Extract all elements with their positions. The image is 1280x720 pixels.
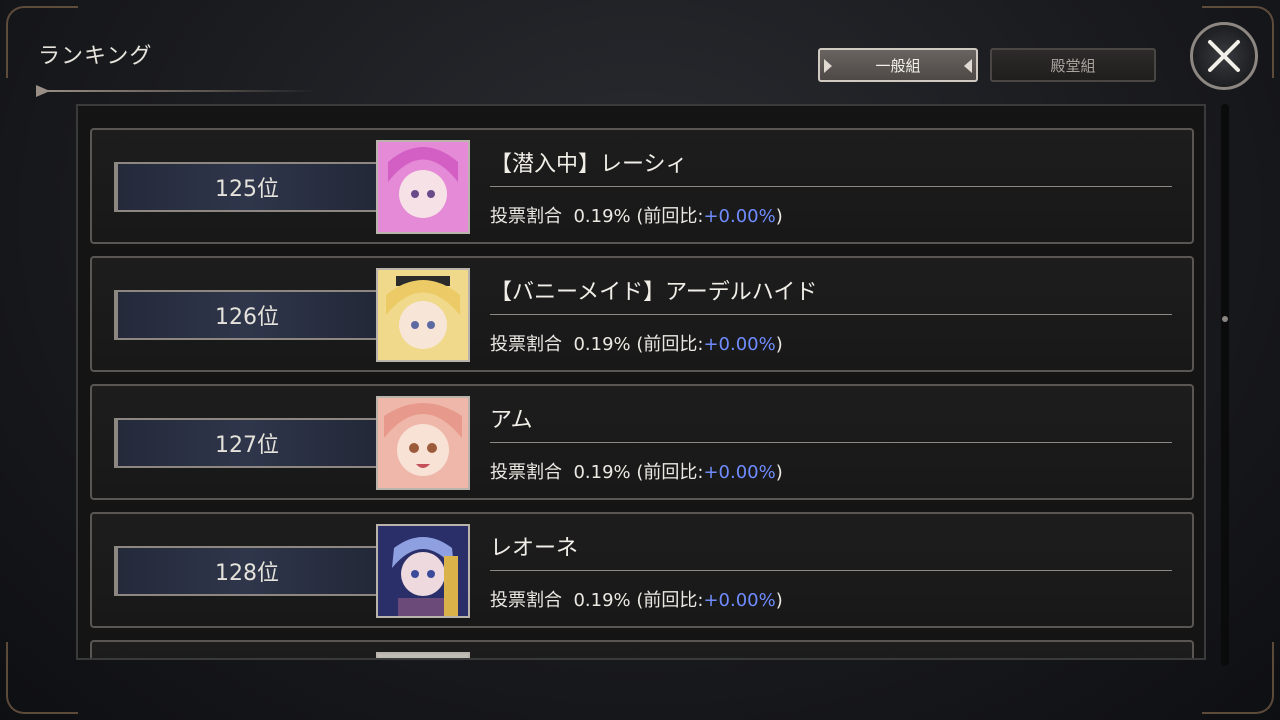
character-portrait-icon: [378, 654, 468, 658]
prev-prefix: (前回比:: [636, 462, 704, 483]
character-portrait-icon: [378, 398, 468, 488]
ranking-row[interactable]: 126位 【バニーメイド】アーデルハイド 投票割合 0.19% (前回比:+0.…: [90, 256, 1194, 372]
title-divider: [36, 85, 316, 97]
rank-label: 128位: [215, 561, 279, 586]
rank-plate: 127位: [114, 418, 386, 468]
tab-left-arrow-icon: [824, 59, 832, 73]
rank-label: 126位: [215, 305, 279, 330]
ranking-row-partial[interactable]: [90, 640, 1194, 658]
character-portrait-icon: [378, 270, 468, 360]
character-portrait: [376, 524, 470, 618]
character-name: アム: [490, 408, 533, 433]
vote-stats: 投票割合 0.19% (前回比:+0.00%): [490, 586, 783, 612]
ranking-row[interactable]: 128位 レオーネ 投票割合 0.19% (前回比:+0.00%): [90, 512, 1194, 628]
row-divider: [490, 570, 1172, 571]
character-portrait-icon: [378, 142, 468, 232]
page-title: ランキング: [38, 44, 153, 69]
character-portrait-icon: [378, 526, 468, 616]
tab-right-arrow-icon: [964, 59, 972, 73]
close-x-icon: [1208, 40, 1240, 72]
vote-ratio: 0.19%: [573, 590, 631, 611]
row-divider: [490, 314, 1172, 315]
prev-prefix: (前回比:: [636, 590, 704, 611]
prev-prefix: (前回比:: [636, 334, 704, 355]
delta-value: +0.00%: [703, 590, 776, 611]
delta-value: +0.00%: [703, 206, 776, 227]
stat-label: 投票割合: [490, 206, 562, 227]
character-portrait: [376, 268, 470, 362]
rank-label: 125位: [215, 177, 279, 202]
stat-label: 投票割合: [490, 590, 562, 611]
vote-ratio: 0.19%: [573, 462, 631, 483]
ranking-row[interactable]: 125位 【潜入中】レーシィ 投票割合 0.19% (前回比:+0.00%): [90, 128, 1194, 244]
character-portrait: [376, 140, 470, 234]
vote-stats: 投票割合 0.19% (前回比:+0.00%): [490, 458, 783, 484]
prev-suffix: ): [775, 462, 783, 483]
prev-suffix: ): [775, 334, 783, 355]
rank-plate: 126位: [114, 290, 386, 340]
stat-label: 投票割合: [490, 462, 562, 483]
row-divider: [490, 186, 1172, 187]
row-divider: [490, 442, 1172, 443]
vote-stats: 投票割合 0.19% (前回比:+0.00%): [490, 202, 783, 228]
character-portrait: [376, 396, 470, 490]
character-name: 【潜入中】レーシィ: [490, 152, 688, 177]
stat-label: 投票割合: [490, 334, 562, 355]
scrollbar-thumb[interactable]: [1222, 316, 1228, 322]
scrollbar-track[interactable]: [1221, 104, 1229, 666]
character-portrait: [376, 652, 470, 658]
close-button[interactable]: [1190, 22, 1258, 90]
vote-stats: 投票割合 0.19% (前回比:+0.00%): [490, 330, 783, 356]
frame-ornament-bottom-left: [6, 642, 78, 714]
vote-ratio: 0.19%: [573, 334, 631, 355]
tab-hall-label: 殿堂組: [1050, 56, 1096, 75]
rank-plate: 128位: [114, 546, 386, 596]
delta-value: +0.00%: [703, 462, 776, 483]
tab-general-label: 一般組: [875, 56, 921, 75]
prev-suffix: ): [775, 590, 783, 611]
tab-hall-of-fame-group[interactable]: 殿堂組: [990, 48, 1156, 82]
ranking-list[interactable]: 125位 【潜入中】レーシィ 投票割合 0.19% (前回比:+0.00%) 1…: [76, 104, 1206, 660]
character-name: レオーネ: [490, 536, 579, 561]
ranking-row[interactable]: 127位 アム 投票割合 0.19% (前回比:+0.00%): [90, 384, 1194, 500]
tab-general-group[interactable]: 一般組: [818, 48, 978, 82]
character-name: 【バニーメイド】アーデルハイド: [490, 280, 818, 305]
rank-plate: 125位: [114, 162, 386, 212]
frame-ornament-bottom-right: [1202, 642, 1274, 714]
prev-prefix: (前回比:: [636, 206, 704, 227]
rank-label: 127位: [215, 433, 279, 458]
delta-value: +0.00%: [703, 334, 776, 355]
prev-suffix: ): [775, 206, 783, 227]
vote-ratio: 0.19%: [573, 206, 631, 227]
